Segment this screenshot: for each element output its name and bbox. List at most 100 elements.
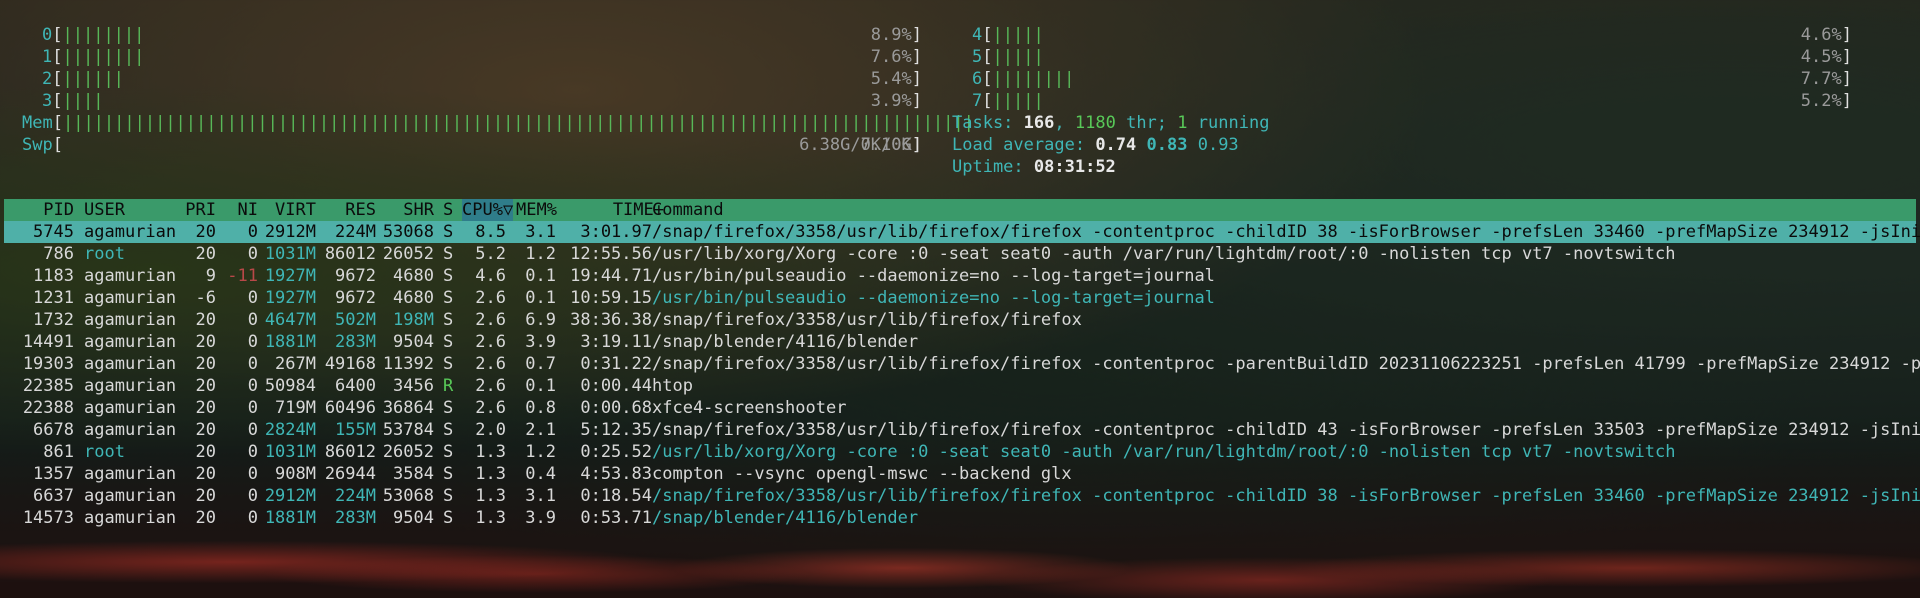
cell-pid: 6637 xyxy=(33,486,74,506)
cell-ni: 0 xyxy=(247,244,258,264)
running-count: 1 xyxy=(1177,113,1188,133)
swp-label: Swp xyxy=(22,135,53,155)
cell-res: 86012 xyxy=(324,244,376,264)
process-row[interactable]: 861 root 20 0 1031M 86012 26052 S 1.3 1.2 0:25.52/… xyxy=(4,441,1916,463)
cell-virt: 2824M xyxy=(264,420,316,440)
cell-ni: 0 xyxy=(247,464,258,484)
col-cpu-sorted[interactable]: CPU%▽ xyxy=(462,199,514,221)
load-1: 0.74 xyxy=(1095,135,1137,155)
tasks-label: Tasks: xyxy=(952,113,1014,133)
cell-s: S xyxy=(443,354,454,374)
cell-shr: 9504 xyxy=(393,508,434,528)
cell-s: S xyxy=(443,420,454,440)
process-row[interactable]: 6678 agamurian 20 0 2824M 155M 53784 S 2.0 2.1 5:1… xyxy=(4,419,1920,441)
htop-terminal[interactable]: 0[|||||||| 8.9%] 1[|||||||| 7.6%] 2[||||… xyxy=(0,0,1920,598)
cell-res: 224M xyxy=(335,222,376,242)
cell-pid: 19303 xyxy=(22,354,74,374)
cell-time: 19:44.71 xyxy=(570,266,652,286)
cell-user: agamurian xyxy=(84,486,177,506)
cell-pri: 20 xyxy=(195,310,216,330)
cpu-meter-4: 4[||||| 4.6%] xyxy=(972,25,1852,45)
cell-virt: 50984 xyxy=(264,376,316,396)
cell-res: 283M xyxy=(335,332,376,352)
cell-mem: 1.2 xyxy=(525,244,556,264)
cell-virt: 1031M xyxy=(264,244,316,264)
tasks-line: Tasks: 166, 1180 thr; 1 running xyxy=(952,113,1270,133)
cpu-bars: |||| xyxy=(62,91,104,111)
process-table-header: PID USER PRI NI VIRT RES SHR S CPU%▽ MEM… xyxy=(4,199,1916,221)
cell-ni: 0 xyxy=(247,508,258,528)
cell-pid: 786 xyxy=(43,244,74,264)
col-state[interactable]: S xyxy=(443,199,453,221)
cpu-label: 3 xyxy=(42,91,53,111)
cell-shr: 11392 xyxy=(382,354,434,374)
cpu-value: 7.6%] xyxy=(870,47,922,67)
threads-count: 1180 xyxy=(1074,113,1116,133)
cell-s: S xyxy=(443,486,454,506)
cell-res: 9672 xyxy=(335,266,376,286)
cell-pri: 20 xyxy=(195,420,216,440)
cell-shr: 4680 xyxy=(393,288,434,308)
process-row[interactable]: 1231 agamurian -6 0 1927M 9672 4680 S 2.6 0.1 10:5… xyxy=(4,287,1916,309)
cell-time: 3:19.11 xyxy=(580,332,652,352)
process-row[interactable]: 6637 agamurian 20 0 2912M 224M 53068 S 1.3 3.1 0:1… xyxy=(4,485,1920,507)
process-row[interactable]: 786 root 20 0 1031M 86012 26052 S 5.2 1.2 12:55.56… xyxy=(4,243,1916,265)
cell-virt: 719M xyxy=(275,398,316,418)
col-mem[interactable]: MEM% xyxy=(516,199,557,221)
cpu-meter-6: 6[|||||||| 7.7%] xyxy=(972,69,1852,89)
cell-time: 3:01.97 xyxy=(580,222,652,242)
swp-meter: Swp[ 0K/0K] xyxy=(22,135,922,155)
cell-pri: 20 xyxy=(195,464,216,484)
process-row[interactable]: 1732 agamurian 20 0 4647M 502M 198M S 2.6 6.9 38:3… xyxy=(4,309,1916,331)
cell-command: /snap/firefox/3358/usr/lib/firefox/firef… xyxy=(652,310,1082,330)
cell-pid: 5745 xyxy=(33,222,74,242)
col-pri[interactable]: PRI xyxy=(174,199,216,221)
col-res[interactable]: RES xyxy=(318,199,376,221)
process-row[interactable]: 22385 agamurian 20 0 50984 6400 3456 R 2.6 0.1 0:0… xyxy=(4,375,1916,397)
cell-shr: 198M xyxy=(393,310,434,330)
process-row[interactable]: 1183 agamurian 9 -11 1927M 9672 4680 S 4.6 0.1 19:… xyxy=(4,265,1916,287)
cell-virt: 1881M xyxy=(264,332,316,352)
cpu-meter-0: 0[|||||||| 8.9%] xyxy=(42,25,922,45)
cell-time: 12:55.56 xyxy=(570,244,652,264)
cell-cpu: 8.5 xyxy=(475,222,506,242)
col-shr[interactable]: SHR xyxy=(378,199,434,221)
threads-label: thr; xyxy=(1126,113,1168,133)
process-row[interactable]: 1357 agamurian 20 0 908M 26944 3584 S 1.3 0.4 4:53… xyxy=(4,463,1916,485)
col-command[interactable]: Command xyxy=(652,199,724,221)
col-pid[interactable]: PID xyxy=(4,199,74,221)
process-row[interactable]: 5745 agamurian 20 0 2912M 224M 53068 S 8.5 3.1 3:0… xyxy=(4,221,1920,243)
process-row[interactable]: 19303 agamurian 20 0 267M 49168 11392 S 2.6 0.7 0:… xyxy=(4,353,1920,375)
col-user[interactable]: USER xyxy=(84,199,125,221)
cell-command: /usr/bin/pulseaudio --daemonize=no --log… xyxy=(652,288,1215,308)
col-virt[interactable]: VIRT xyxy=(260,199,316,221)
cell-virt: 1927M xyxy=(264,288,316,308)
cell-shr: 3456 xyxy=(393,376,434,396)
cell-pid: 1732 xyxy=(33,310,74,330)
cell-ni: 0 xyxy=(247,486,258,506)
cell-command: /snap/blender/4116/blender xyxy=(652,332,919,352)
cell-pid: 22385 xyxy=(22,376,74,396)
cell-cpu: 4.6 xyxy=(475,266,506,286)
process-row[interactable]: 14491 agamurian 20 0 1881M 283M 9504 S 2.6 3.9 3:1… xyxy=(4,331,1916,353)
cell-cpu: 2.6 xyxy=(475,354,506,374)
cell-s: S xyxy=(443,332,454,352)
process-row[interactable]: 14573 agamurian 20 0 1881M 283M 9504 S 1.3 3.9 0:5… xyxy=(4,507,1916,529)
cell-command: /snap/firefox/3358/usr/lib/firefox/firef… xyxy=(652,420,1920,440)
cell-res: 502M xyxy=(335,310,376,330)
cell-time: 0:18.54 xyxy=(580,486,652,506)
cell-pid: 1231 xyxy=(33,288,74,308)
cpu-label: 6 xyxy=(972,69,983,89)
cell-ni: 0 xyxy=(247,354,258,374)
col-time[interactable]: TIME+ xyxy=(564,199,664,221)
cell-s: S xyxy=(443,244,454,264)
col-ni[interactable]: NI xyxy=(218,199,258,221)
cell-mem: 0.8 xyxy=(525,398,556,418)
cpu-meter-1: 1[|||||||| 7.6%] xyxy=(42,47,922,67)
cell-time: 5:12.35 xyxy=(580,420,652,440)
cell-time: 0:25.52 xyxy=(580,442,652,462)
process-row[interactable]: 22388 agamurian 20 0 719M 60496 36864 S 2.6 0.8 0:… xyxy=(4,397,1916,419)
cell-user: agamurian xyxy=(84,508,177,528)
cell-virt: 1927M xyxy=(264,266,316,286)
cpu-bars: ||||| xyxy=(992,25,1044,45)
